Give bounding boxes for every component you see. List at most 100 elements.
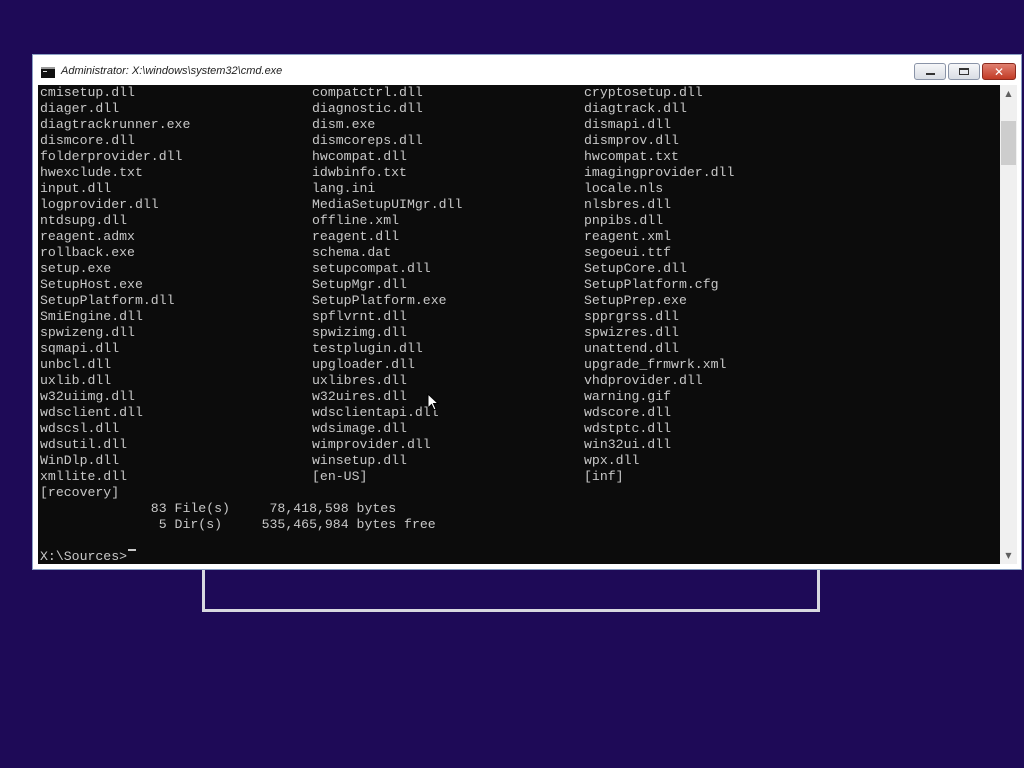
file-entry: reagent.admx xyxy=(40,229,135,244)
scroll-down-arrow-icon[interactable]: ▼ xyxy=(1000,547,1017,564)
close-button[interactable]: ✕ xyxy=(982,63,1016,80)
listing-row: cmisetup.dll compatctrl.dll cryptosetup.dl… xyxy=(40,85,1000,101)
scrollbar-thumb[interactable] xyxy=(1001,121,1016,165)
minimize-button[interactable] xyxy=(914,63,946,80)
command-prompt: X:\Sources> xyxy=(40,549,128,564)
file-entry: spwizimg.dll xyxy=(312,325,407,340)
scroll-up-arrow-icon[interactable]: ▲ xyxy=(1000,85,1017,102)
file-entry: [en-US] xyxy=(312,469,368,484)
file-entry: wdscsl.dll xyxy=(40,421,120,436)
file-entry: dism.exe xyxy=(312,117,376,132)
file-entry: hwcompat.txt xyxy=(584,149,679,164)
file-entry: logprovider.dll xyxy=(40,197,159,212)
file-entry: testplugin.dll xyxy=(312,341,423,356)
listing-row: rollback.exe schema.dat segoeui.ttf xyxy=(40,245,1000,261)
listing-row: spwizeng.dll spwizimg.dll spwizres.dll xyxy=(40,325,1000,341)
file-entry: hwcompat.dll xyxy=(312,149,407,164)
file-entry: idwbinfo.txt xyxy=(312,165,407,180)
file-entry: diagtrackrunner.exe xyxy=(40,117,191,132)
file-entry: hwexclude.txt xyxy=(40,165,143,180)
file-entry: dismprov.dll xyxy=(584,133,679,148)
file-entry: SetupHost.exe xyxy=(40,277,143,292)
listing-row: sqmapi.dll testplugin.dll unattend.dll xyxy=(40,341,1000,357)
listing-row: logprovider.dll MediaSetupUIMgr.dll nlsbre… xyxy=(40,197,1000,213)
file-entry: xmllite.dll xyxy=(40,469,128,484)
file-entry: dismcoreps.dll xyxy=(312,133,423,148)
summary-files-line: 83 File(s) 78,418,598 bytes xyxy=(40,501,397,516)
file-entry: SetupPlatform.exe xyxy=(312,293,447,308)
file-entry: dismcore.dll xyxy=(40,133,135,148)
file-entry: spwizres.dll xyxy=(584,325,679,340)
listing-row: wdsutil.dll wimprovider.dll win32ui.dll xyxy=(40,437,1000,453)
file-entry: SetupPlatform.cfg xyxy=(584,277,719,292)
file-entry: schema.dat xyxy=(312,245,392,260)
file-entry: sqmapi.dll xyxy=(40,341,120,356)
listing-row: dismcore.dll dismcoreps.dll dismprov.dll xyxy=(40,133,1000,149)
text-cursor xyxy=(128,549,137,551)
file-entry: SetupPlatform.dll xyxy=(40,293,175,308)
maximize-icon xyxy=(959,68,969,75)
file-entry: spwizeng.dll xyxy=(40,325,135,340)
title-bar[interactable]: Administrator: X:\windows\system32\cmd.e… xyxy=(33,55,1021,85)
file-entry: reagent.xml xyxy=(584,229,672,244)
file-entry: wdsutil.dll xyxy=(40,437,128,452)
file-entry: vhdprovider.dll xyxy=(584,373,703,388)
file-entry: [recovery] xyxy=(40,485,120,500)
file-entry: unattend.dll xyxy=(584,341,679,356)
file-entry: SetupMgr.dll xyxy=(312,277,407,292)
listing-row: xmllite.dll [en-US] [inf] xyxy=(40,469,1000,485)
file-entry: setup.exe xyxy=(40,261,112,276)
listing-row: w32uiimg.dll w32uires.dll warning.gif xyxy=(40,389,1000,405)
console-text: cmisetup.dll compatctrl.dll cryptosetup.dl… xyxy=(38,85,1000,564)
listing-row: SetupHost.exe SetupMgr.dll SetupPlatform.c… xyxy=(40,277,1000,293)
command-prompt-line[interactable]: X:\Sources> xyxy=(40,549,1000,564)
file-entry: diagtrack.dll xyxy=(584,101,687,116)
file-entry: unbcl.dll xyxy=(40,357,112,372)
cmd-window[interactable]: Administrator: X:\windows\system32\cmd.e… xyxy=(32,54,1022,570)
file-entry: SetupCore.dll xyxy=(584,261,687,276)
mouse-pointer-icon xyxy=(427,393,439,411)
file-entry xyxy=(584,485,984,501)
file-entry: setupcompat.dll xyxy=(312,261,431,276)
minimize-icon xyxy=(925,73,935,75)
file-entry: wdsimage.dll xyxy=(312,421,407,436)
file-entry: folderprovider.dll xyxy=(40,149,183,164)
file-entry: wdsclient.dll xyxy=(40,405,143,420)
file-entry: MediaSetupUIMgr.dll xyxy=(312,197,463,212)
file-entry: uxlibres.dll xyxy=(312,373,407,388)
file-entry: spprgrss.dll xyxy=(584,309,679,324)
file-entry: w32uiimg.dll xyxy=(40,389,135,404)
window-title: Administrator: X:\windows\system32\cmd.e… xyxy=(61,65,283,77)
file-entry: wdsclientapi.dll xyxy=(312,405,439,420)
file-entry: upgrade_frmwrk.xml xyxy=(584,357,727,372)
file-entry: rollback.exe xyxy=(40,245,135,260)
listing-row: diagtrackrunner.exe dism.exe dismapi.dll xyxy=(40,117,1000,133)
file-entry: cryptosetup.dll xyxy=(584,85,703,100)
cmd-app-icon[interactable] xyxy=(41,67,55,78)
file-entry: upgloader.dll xyxy=(312,357,415,372)
listing-row: WinDlp.dll winsetup.dll wpx.dll xyxy=(40,453,1000,469)
file-entry: SetupPrep.exe xyxy=(584,293,687,308)
listing-row: input.dll lang.ini locale.nls xyxy=(40,181,1000,197)
summary-dirs-line: 5 Dir(s) 535,465,984 bytes free xyxy=(40,517,436,532)
console-output[interactable]: cmisetup.dll compatctrl.dll cryptosetup.dl… xyxy=(38,85,1000,564)
file-entry: win32ui.dll xyxy=(584,437,672,452)
vertical-scrollbar[interactable]: ▲ ▼ xyxy=(1000,85,1017,564)
listing-row: ntdsupg.dll offline.xml pnpibs.dll xyxy=(40,213,1000,229)
file-entry xyxy=(312,485,584,501)
file-entry: compatctrl.dll xyxy=(312,85,423,100)
listing-row: wdscsl.dll wdsimage.dll wdstptc.dll xyxy=(40,421,1000,437)
maximize-button[interactable] xyxy=(948,63,980,80)
file-entry: wdscore.dll xyxy=(584,405,672,420)
listing-row: [recovery] xyxy=(40,485,1000,501)
file-entry: input.dll xyxy=(40,181,112,196)
file-entry: warning.gif xyxy=(584,389,672,404)
file-entry: imagingprovider.dll xyxy=(584,165,735,180)
file-entry: pnpibs.dll xyxy=(584,213,664,228)
file-entry: WinDlp.dll xyxy=(40,453,120,468)
listing-row: unbcl.dll upgloader.dll upgrade_frmwrk.xml xyxy=(40,357,1000,373)
listing-row: setup.exe setupcompat.dll SetupCore.dll xyxy=(40,261,1000,277)
file-entry: wpx.dll xyxy=(584,453,640,468)
file-entry: spflvrnt.dll xyxy=(312,309,407,324)
